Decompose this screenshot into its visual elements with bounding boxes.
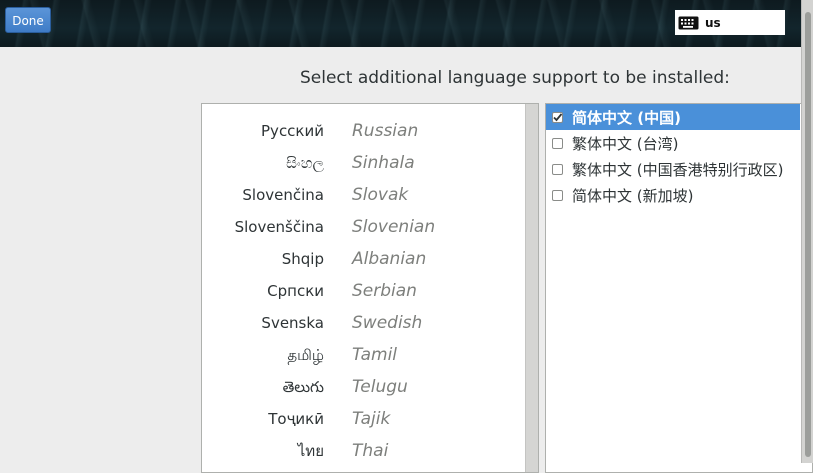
language-english-name: Romanian [352, 104, 438, 115]
locale-checkbox[interactable] [552, 111, 563, 123]
language-english-name: Swedish [352, 313, 423, 333]
language-row[interactable]: Română Romanian [202, 104, 525, 115]
keyboard-layout-label: us [705, 15, 721, 30]
language-english-name: Sinhala [352, 153, 415, 173]
language-row[interactable]: தமிழ் Tamil [202, 339, 525, 371]
keyboard-layout-indicator[interactable]: us [675, 10, 785, 35]
window-scrollbar[interactable] [801, 0, 813, 463]
language-native-name: Русский [261, 122, 324, 140]
locale-row[interactable]: 简体中文 (中国) [546, 104, 800, 130]
locale-checkbox[interactable] [552, 163, 563, 175]
language-english-name: Thai [352, 441, 389, 461]
locale-list[interactable]: 简体中文 (中国) 繁体中文 (台湾) 繁体中文 (中国香港特别行政区) 简体中文 (… [545, 103, 813, 473]
language-native-name: Slovenčina [242, 186, 324, 204]
done-button[interactable]: Done [5, 7, 51, 33]
keyboard-icon [678, 16, 700, 30]
language-row[interactable]: Shqip Albanian [202, 243, 525, 275]
language-native-name: සිංහල [286, 154, 324, 172]
locale-label: 繁体中文 (台湾) [572, 134, 679, 153]
language-native-name: Тоҷикӣ [268, 410, 324, 428]
locale-label: 简体中文 (新加坡) [572, 186, 694, 205]
language-row[interactable]: සිංහල Sinhala [202, 147, 525, 179]
language-row[interactable]: Slovenčina Slovak [202, 179, 525, 211]
language-native-name: Slovenščina [234, 218, 324, 236]
window-scrollbar-thumb[interactable] [805, 12, 811, 457]
locale-checkbox[interactable] [552, 137, 563, 149]
locale-row[interactable]: 繁体中文 (中国香港特别行政区) [546, 156, 800, 182]
language-native-name: Српски [267, 282, 324, 300]
language-native-name: Shqip [281, 250, 324, 268]
language-native-name: Svenska [261, 314, 324, 332]
locale-label: 繁体中文 (中国香港特别行政区) [572, 160, 784, 179]
language-native-name: తెలుగు [282, 378, 324, 396]
language-list[interactable]: Română Romanian Русский Russian සිංහල Sinhala… [201, 103, 539, 473]
language-row[interactable]: Русский Russian [202, 115, 525, 147]
language-row[interactable]: ไทย Thai [202, 435, 525, 467]
language-english-name: Tajik [352, 409, 391, 429]
language-native-name: ไทย [297, 442, 324, 460]
locale-label: 简体中文 (中国) [572, 108, 681, 127]
language-english-name: Tamil [352, 345, 398, 365]
checkmark-icon [553, 112, 563, 121]
language-support-prompt: Select additional language support to be… [300, 68, 730, 88]
language-english-name: Albanian [352, 249, 427, 269]
language-list-scrollbar[interactable] [525, 104, 538, 472]
language-native-name: தமிழ் [287, 346, 324, 364]
language-row[interactable]: తెలుగు Telugu [202, 371, 525, 403]
language-row[interactable]: Svenska Swedish [202, 307, 525, 339]
language-row[interactable]: Српски Serbian [202, 275, 525, 307]
locale-row[interactable]: 繁体中文 (台湾) [546, 130, 800, 156]
locale-checkbox[interactable] [552, 189, 563, 201]
language-row[interactable]: Тоҷикӣ Tajik [202, 403, 525, 435]
language-row[interactable]: Slovenščina Slovenian [202, 211, 525, 243]
language-english-name: Slovak [352, 185, 409, 205]
locale-row[interactable]: 简体中文 (新加坡) [546, 182, 800, 208]
spoke-header: Done us [0, 0, 813, 47]
language-english-name: Slovenian [352, 217, 436, 237]
language-english-name: Telugu [352, 377, 408, 397]
language-english-name: Serbian [352, 281, 417, 301]
language-english-name: Russian [352, 121, 419, 141]
language-native-name: Română [263, 104, 324, 115]
